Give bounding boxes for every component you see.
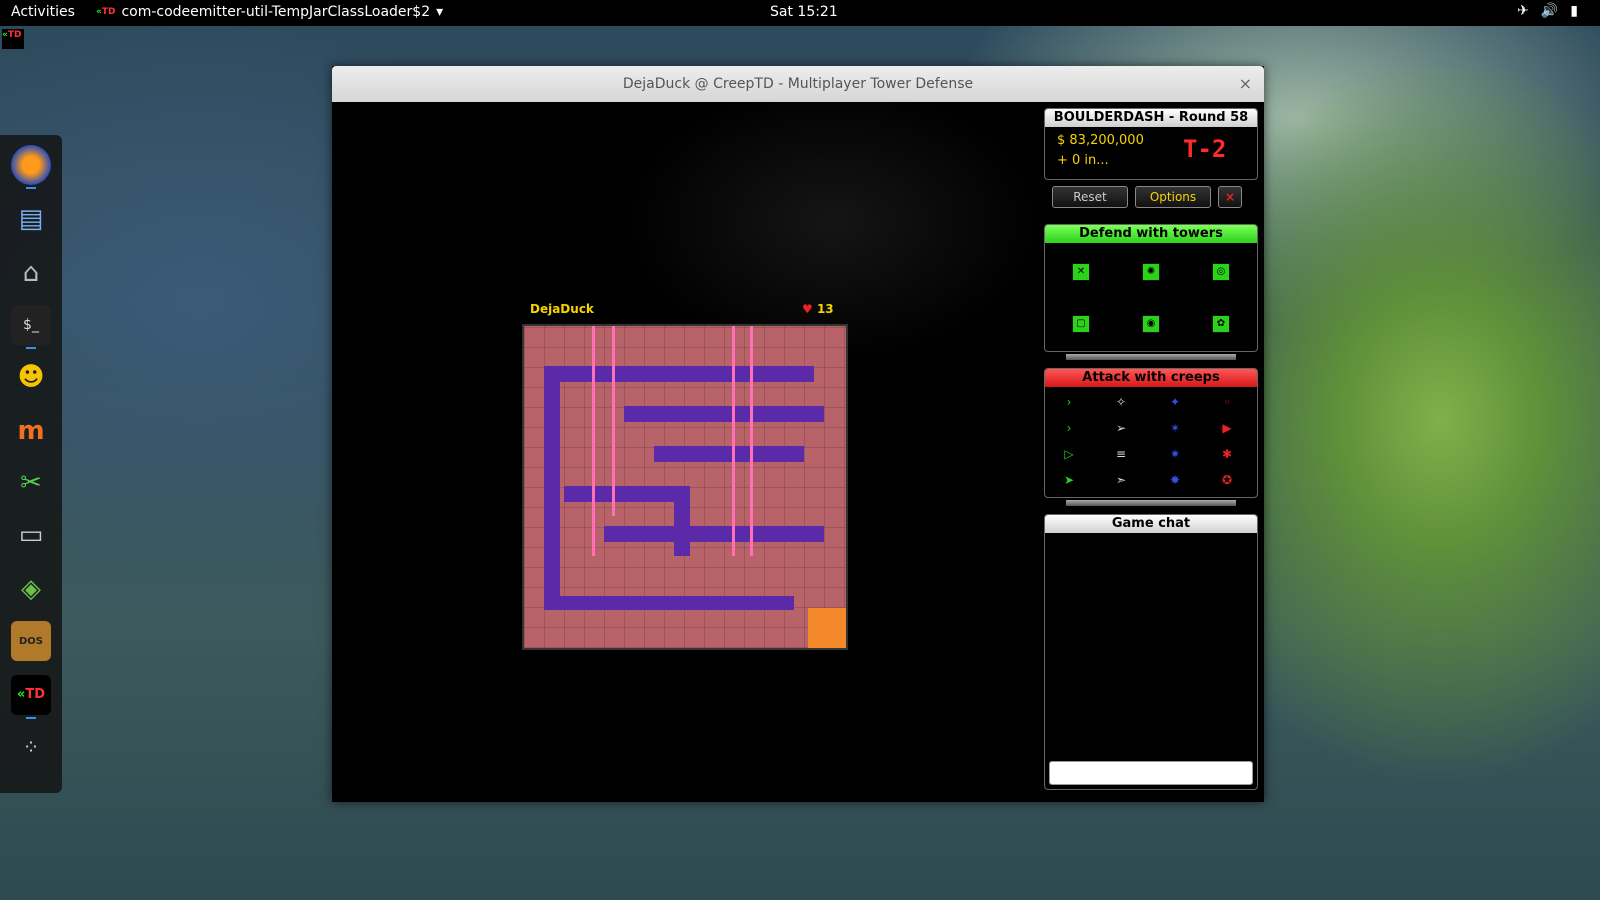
income-display: + 0 in...	[1057, 153, 1109, 168]
system-status-area[interactable]: ✈ 🔊 ▮	[1517, 3, 1578, 19]
laser-beam	[592, 326, 595, 556]
player-name: DejaDuck	[530, 302, 594, 316]
tower-1-icon[interactable]: ✕	[1072, 263, 1090, 281]
app-menu-label: com-codeemitter-util-TempJarClassLoader$…	[121, 4, 431, 20]
window-title: DejaDuck @ CreepTD - Multiplayer Tower D…	[622, 76, 974, 92]
laser-beam	[732, 326, 735, 556]
creep-icon[interactable]: ✪	[1219, 473, 1235, 487]
creep-path	[544, 366, 560, 606]
stack-icon[interactable]: ◈	[11, 569, 51, 609]
creep-icon[interactable]: ›	[1061, 421, 1077, 435]
creep-icon[interactable]: ›	[1061, 395, 1077, 409]
round-timer: T-2	[1183, 135, 1227, 163]
game-board[interactable]	[522, 324, 848, 650]
tower-4-icon[interactable]: ▢	[1072, 315, 1090, 333]
creep-path	[564, 486, 674, 502]
map-round-header: BOULDERDASH - Round 58	[1045, 109, 1257, 127]
laser-beam	[750, 326, 753, 556]
money-display: $ 83,200,000	[1057, 133, 1144, 148]
heart-icon: ♥	[802, 302, 813, 316]
top-bar: Activities «TD com-codeemitter-util-Temp…	[0, 0, 1600, 26]
running-indicator	[26, 717, 36, 719]
creep-icon[interactable]: ✷	[1167, 447, 1183, 461]
creep-icon[interactable]: ➢	[1113, 421, 1129, 435]
files-icon[interactable]: ⌂	[11, 253, 51, 293]
tower-3-icon[interactable]: ◎	[1212, 263, 1230, 281]
tower-2-icon[interactable]: ✺	[1142, 263, 1160, 281]
status-box: BOULDERDASH - Round 58 $ 83,200,000 + 0 …	[1044, 108, 1258, 180]
app-grid-icon[interactable]: ⁘	[11, 727, 51, 767]
creep-icon[interactable]: ▷	[1061, 447, 1077, 461]
creep-icon[interactable]: ✧	[1113, 395, 1129, 409]
chat-box: Game chat	[1044, 514, 1258, 790]
pidgin-icon[interactable]: ☻	[11, 357, 51, 397]
tower-5-icon[interactable]: ◉	[1142, 315, 1160, 333]
towers-header: Defend with towers	[1045, 225, 1257, 243]
creep-icon[interactable]: ➣	[1113, 473, 1129, 487]
game-area[interactable]: DejaDuck ♥ 13	[332, 102, 1040, 802]
exit-zone	[808, 608, 846, 648]
volume-icon: 🔊	[1540, 3, 1559, 19]
creep-icon[interactable]: ◦	[1219, 395, 1235, 409]
side-panel: BOULDERDASH - Round 58 $ 83,200,000 + 0 …	[1040, 102, 1264, 802]
app-menu[interactable]: «TD com-codeemitter-util-TempJarClassLoa…	[96, 4, 443, 20]
separator	[1066, 354, 1236, 360]
quit-button[interactable]: ×	[1218, 186, 1242, 208]
creep-path	[544, 366, 814, 382]
towers-box: Defend with towers ✕ ✺ ◎ ▢ ◉ ✿	[1044, 224, 1258, 352]
creeptd-small-icon: «TD	[96, 7, 116, 17]
scissors-icon[interactable]: ✂	[11, 463, 51, 503]
creeptd-icon[interactable]: «TD	[11, 675, 51, 715]
terminal-icon[interactable]: $_	[11, 305, 51, 345]
running-indicator	[26, 187, 36, 189]
creep-icon[interactable]: ≡	[1113, 447, 1129, 461]
firefox-icon[interactable]	[11, 145, 51, 185]
creep-icon[interactable]: ✸	[1167, 473, 1183, 487]
window-titlebar[interactable]: DejaDuck @ CreepTD - Multiplayer Tower D…	[332, 66, 1264, 102]
separator	[1066, 500, 1236, 506]
options-button[interactable]: Options	[1135, 186, 1211, 208]
creep-path	[674, 486, 690, 556]
creeptd-tray-icon[interactable]: «TD	[2, 29, 24, 49]
gamepad-icon[interactable]: ▭	[11, 515, 51, 555]
lives-value: 13	[816, 302, 834, 316]
battery-icon: ▮	[1570, 3, 1578, 19]
dosbox-icon[interactable]: DOS	[11, 621, 51, 661]
running-indicator	[26, 347, 36, 349]
tower-6-icon[interactable]: ✿	[1212, 315, 1230, 333]
game-window: DejaDuck @ CreepTD - Multiplayer Tower D…	[332, 66, 1264, 802]
window-close-button[interactable]: ×	[1239, 66, 1252, 102]
creep-icon[interactable]: ✦	[1167, 395, 1183, 409]
clock[interactable]: Sat 15:21	[770, 4, 838, 20]
laser-beam	[612, 326, 615, 516]
creep-path	[624, 406, 824, 422]
creep-path	[544, 596, 794, 610]
dock: ▤ ⌂ $_ ☻ m ✂ ▭ ◈ DOS «TD ⁘	[0, 135, 62, 793]
airplane-icon: ✈	[1517, 3, 1529, 19]
creep-icon[interactable]: ✶	[1167, 421, 1183, 435]
chevron-down-icon: ▾	[436, 4, 444, 20]
creep-path	[604, 526, 824, 542]
activities-button[interactable]: Activities	[11, 4, 75, 20]
creeps-header: Attack with creeps	[1045, 369, 1257, 387]
chat-header: Game chat	[1045, 515, 1257, 533]
creep-icon[interactable]: ▶	[1219, 421, 1235, 435]
lives-counter: ♥ 13	[802, 302, 834, 316]
reset-button[interactable]: Reset	[1052, 186, 1128, 208]
document-icon[interactable]: ▤	[11, 199, 51, 239]
creep-icon[interactable]: ➤	[1061, 473, 1077, 487]
mumble-icon[interactable]: m	[11, 411, 51, 451]
chat-input[interactable]	[1049, 761, 1253, 785]
creeps-box: Attack with creeps › ✧ ✦ ◦ › ➢ ✶ ▶ ▷ ≡ ✷…	[1044, 368, 1258, 498]
creep-path	[654, 446, 804, 462]
creep-icon[interactable]: ✱	[1219, 447, 1235, 461]
